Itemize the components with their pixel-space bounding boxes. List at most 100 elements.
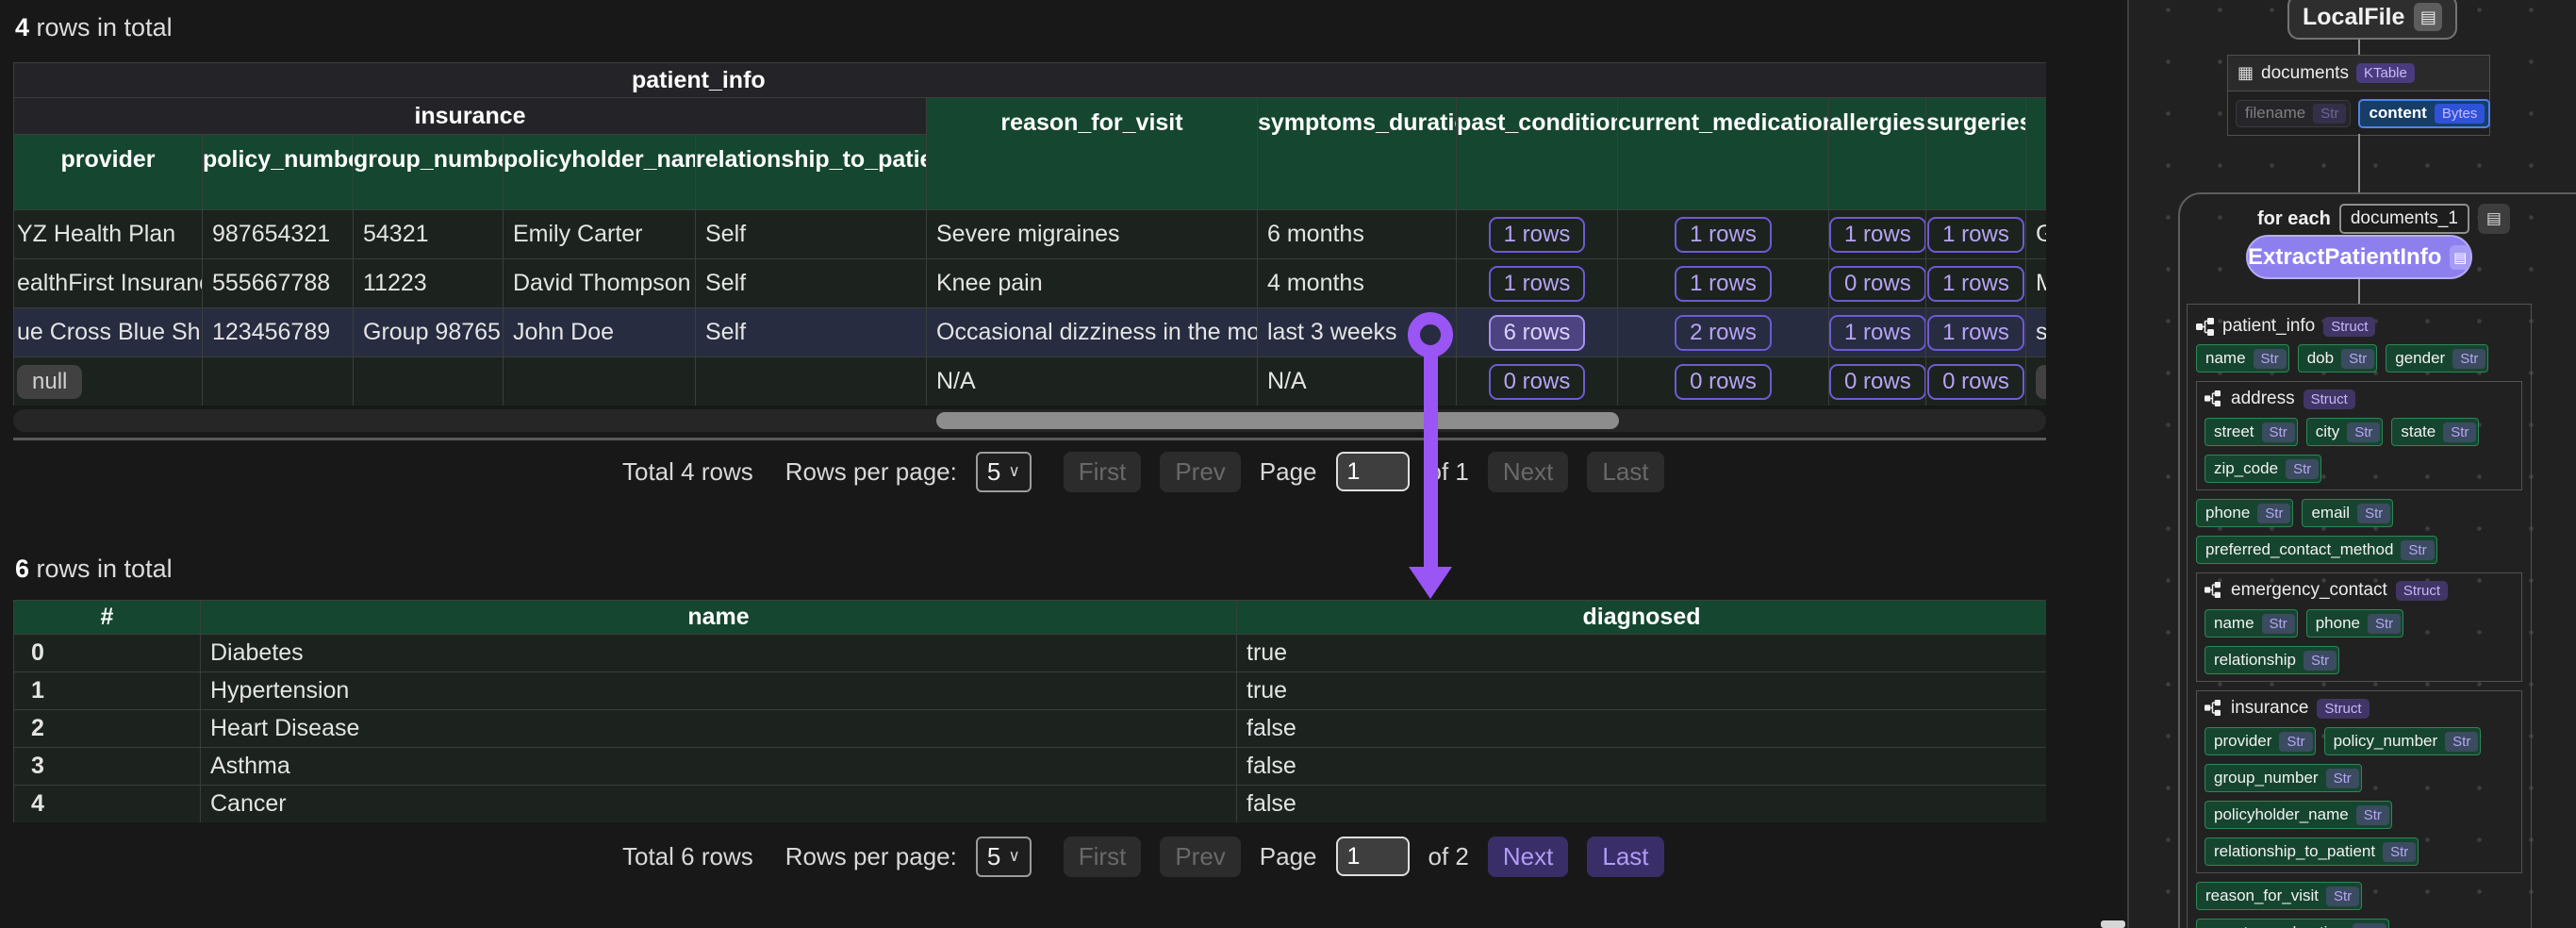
struct-icon <box>2204 582 2222 600</box>
page-input[interactable] <box>1336 452 1410 491</box>
page-input[interactable] <box>1336 837 1410 876</box>
nested-rows-button[interactable]: 1 rows <box>1829 217 1926 253</box>
null-badge: null <box>2036 365 2046 399</box>
struct-type-badge: Struct <box>2317 699 2369 719</box>
field-type-badge: Str <box>2443 423 2476 442</box>
horizontal-scrollbar-thumb[interactable] <box>936 412 1619 429</box>
cell-clipped: G <box>2026 210 2047 259</box>
first-page-button[interactable]: First <box>1064 837 1142 877</box>
documents-node[interactable]: ▦ documents KTable filename Str content … <box>2227 55 2490 136</box>
schema-field-email[interactable]: emailStr <box>2302 499 2393 527</box>
field-label: group_number <box>2214 769 2319 787</box>
schema-field-symptoms-duration[interactable]: symptoms_durationStr <box>2196 919 2389 928</box>
cell-duration: 6 months <box>1258 210 1457 259</box>
schema-field-ec-name[interactable]: nameStr <box>2204 609 2298 638</box>
last-page-button[interactable]: Last <box>1587 837 1663 877</box>
field-type-badge: Str <box>2279 732 2312 752</box>
document-note-icon[interactable]: ▤ <box>2478 204 2510 234</box>
nested-rows-button[interactable]: 1 rows <box>1927 315 2024 351</box>
cell-group-number: 54321 <box>354 210 504 259</box>
table-row[interactable]: 1 Hypertension true <box>14 672 2047 710</box>
schema-field-gender[interactable]: genderStr <box>2386 344 2488 373</box>
nested-rows-button[interactable]: 1 rows <box>1489 217 1586 253</box>
conditions-table-container[interactable]: # name diagnosed 0 Diabetes true 1 Hyper… <box>13 600 2046 822</box>
schema-field-street[interactable]: streetStr <box>2204 418 2298 446</box>
schema-root-header: patient_info Struct <box>2196 310 2522 342</box>
nested-rows-button[interactable]: 0 rows <box>1829 266 1926 302</box>
table-row[interactable]: ealthFirst Insurance 555667788 11223 Dav… <box>14 259 2047 308</box>
schema-field-policyholder-name[interactable]: policyholder_nameStr <box>2204 801 2392 829</box>
patient-info-table-container[interactable]: patient_info insurance reason_for_visit … <box>13 62 2046 406</box>
connector-line <box>2358 279 2360 304</box>
schema-field-relationship-to-patient[interactable]: relationship_to_patientStr <box>2204 837 2419 866</box>
schema-root-name: patient_info <box>2222 316 2315 337</box>
table-bottom-divider <box>13 438 2046 440</box>
drag-arrow-head-icon <box>1409 567 1452 599</box>
nested-rows-button[interactable]: 1 rows <box>1489 266 1586 302</box>
schema-field-dob[interactable]: dobStr <box>2298 344 2378 373</box>
schema-field-preferred-contact-method[interactable]: preferred_contact_methodStr <box>2196 536 2437 564</box>
schema-field-phone[interactable]: phoneStr <box>2196 499 2293 527</box>
schema-field-ec-phone[interactable]: phone Str <box>2306 609 2403 638</box>
field-chip-content-selected[interactable]: content Bytes <box>2358 99 2490 128</box>
field-chip-filename[interactable]: filename Str <box>2236 100 2351 127</box>
local-file-node[interactable]: LocalFile ▤ <box>2287 0 2457 40</box>
documents-node-header[interactable]: ▦ documents KTable <box>2228 56 2489 91</box>
nested-rows-button[interactable]: 1 rows <box>1829 315 1926 351</box>
nested-rows-button[interactable]: 1 rows <box>1927 217 2024 253</box>
pipeline-canvas-panel[interactable]: LocalFile ▤ ▦ documents KTable filename … <box>2127 0 2576 928</box>
nested-rows-button[interactable]: 0 rows <box>1927 364 2024 400</box>
field-label: relationship <box>2214 651 2296 670</box>
prev-page-button[interactable]: Prev <box>1160 452 1240 492</box>
cell-policy-number: 555667788 <box>203 259 354 308</box>
cell-diagnosed: true <box>1237 672 2047 710</box>
for-each-input-ref[interactable]: documents_1 <box>2339 204 2469 234</box>
nested-rows-button[interactable]: 1 rows <box>1675 217 1772 253</box>
schema-field-reason-for-visit[interactable]: reason_for_visitStr <box>2196 882 2362 910</box>
cell-surgeries: 1 rows <box>1926 259 2026 308</box>
nested-rows-button[interactable]: 0 rows <box>1489 364 1586 400</box>
field-type-badge: Str <box>2353 923 2386 928</box>
table-row[interactable]: 0 Diabetes true <box>14 635 2047 672</box>
pagination-table1: Total 4 rows Rows per page: 5 ∨ First Pr… <box>622 449 1664 494</box>
nested-rows-button-selected[interactable]: 6 rows <box>1489 315 1586 351</box>
table-row[interactable]: null N/A N/A 0 rows 0 rows 0 rows 0 rows… <box>14 357 2047 406</box>
first-page-button[interactable]: First <box>1064 452 1142 492</box>
schema-field-policy-number[interactable]: policy_numberStr <box>2324 727 2482 755</box>
table-row[interactable]: 4 Cancer false <box>14 786 2047 823</box>
nested-rows-button[interactable]: 1 rows <box>1675 266 1772 302</box>
cell-current-medications: 2 rows <box>1618 308 1829 357</box>
schema-field-zip-code[interactable]: zip_codeStr <box>2204 455 2321 483</box>
nested-rows-button[interactable]: 2 rows <box>1675 315 1772 351</box>
field-label: phone <box>2316 614 2360 633</box>
table-row[interactable]: 2 Heart Disease false <box>14 710 2047 748</box>
nested-rows-button[interactable]: 0 rows <box>1675 364 1772 400</box>
field-type-badge: Str <box>2445 732 2478 752</box>
schema-field-name[interactable]: nameStr <box>2196 344 2289 373</box>
next-page-button[interactable]: Next <box>1488 837 1568 877</box>
nested-rows-button[interactable]: 1 rows <box>1927 266 2024 302</box>
table-row[interactable]: YZ Health Plan 987654321 54321 Emily Car… <box>14 210 2047 259</box>
schema-field-ec-relationship[interactable]: relationshipStr <box>2204 646 2339 674</box>
extract-patient-info-node[interactable]: ExtractPatientInfo ▤ <box>2246 235 2472 279</box>
schema-field-state[interactable]: stateStr <box>2391 418 2479 446</box>
schema-field-provider[interactable]: providerStr <box>2204 727 2316 755</box>
document-note-icon[interactable]: ▤ <box>2414 3 2442 31</box>
schema-field-group-number[interactable]: group_numberStr <box>2204 764 2362 792</box>
field-type-badge: Str <box>2262 614 2295 634</box>
schema-field-city[interactable]: cityStr <box>2306 418 2384 446</box>
last-page-button[interactable]: Last <box>1587 452 1663 492</box>
next-page-button[interactable]: Next <box>1488 452 1568 492</box>
field-type-badge: Str <box>2257 504 2290 523</box>
cell-diagnosed: true <box>1237 635 2047 672</box>
rows-per-page-select[interactable]: 5 ∨ <box>976 837 1032 877</box>
rows-per-page-select[interactable]: 5 ∨ <box>976 452 1032 492</box>
field-type-badge: Str <box>2368 614 2401 634</box>
cell-name: Hypertension <box>201 672 1237 710</box>
nested-rows-button[interactable]: 0 rows <box>1829 364 1926 400</box>
table-row[interactable]: 3 Asthma false <box>14 748 2047 786</box>
table-row-highlighted[interactable]: ue Cross Blue Shield 123456789 Group 987… <box>14 308 2047 357</box>
prev-page-button[interactable]: Prev <box>1160 837 1240 877</box>
ktable-type-badge: KTable <box>2356 63 2415 83</box>
document-note-icon[interactable]: ▤ <box>2450 245 2470 270</box>
